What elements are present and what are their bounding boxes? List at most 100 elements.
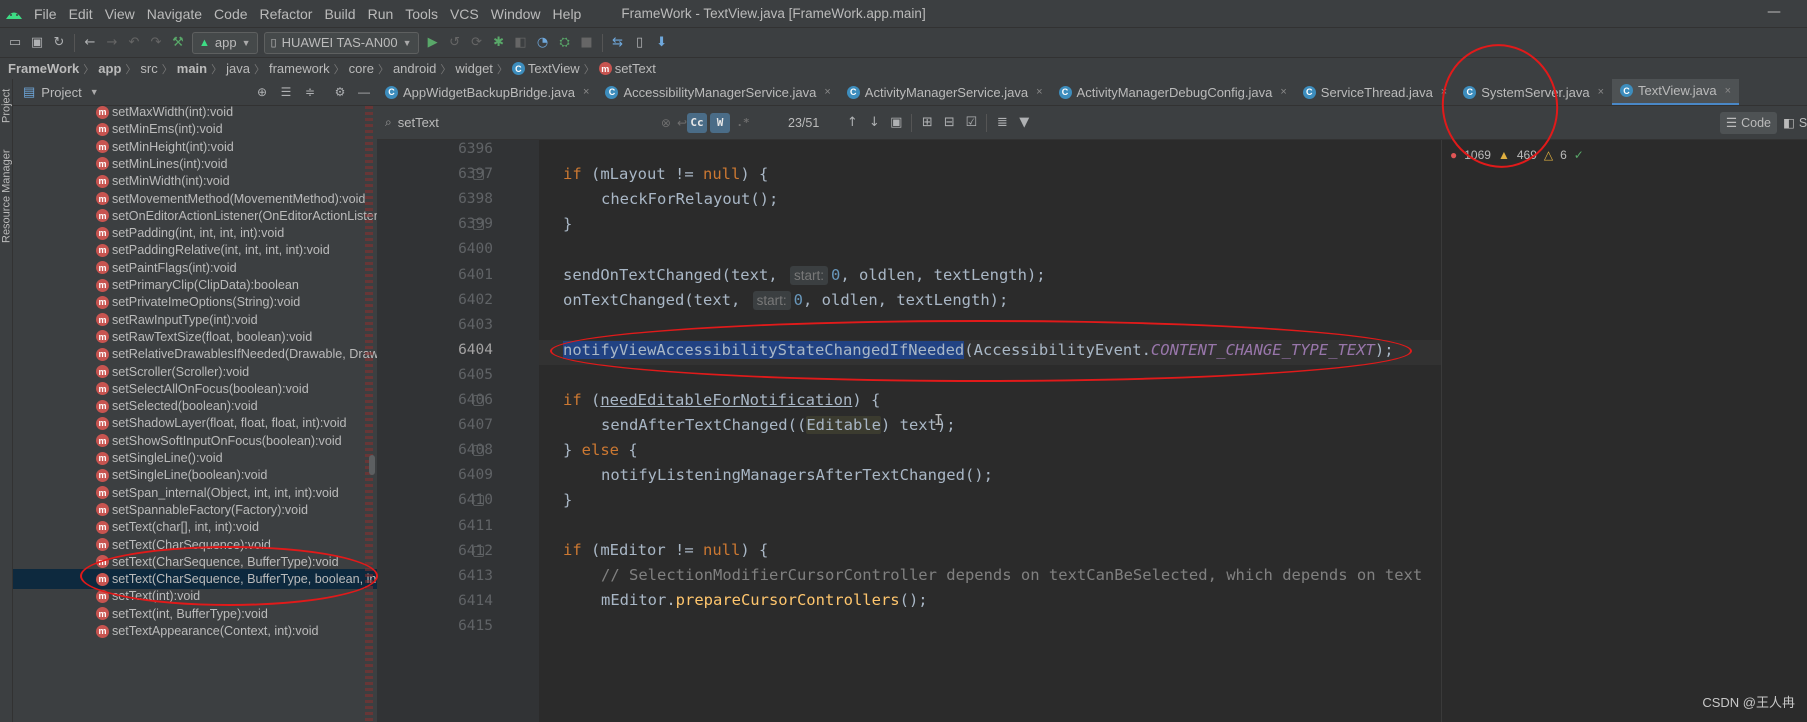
line-number[interactable]: 6413	[377, 564, 493, 589]
line-number[interactable]: 6409	[377, 463, 493, 488]
menu-tools[interactable]: Tools	[399, 6, 444, 22]
menu-code[interactable]: Code	[208, 6, 253, 22]
select-all-occurrences-icon[interactable]: ▣	[885, 112, 907, 134]
run-config-select[interactable]: ▲ app ▼	[192, 31, 258, 54]
previous-occurrence-icon[interactable]: ↑	[841, 112, 863, 134]
close-icon[interactable]: ×	[824, 86, 830, 98]
menu-view[interactable]: View	[99, 6, 141, 22]
resource-manager-tool-tab[interactable]: Resource Manager	[0, 141, 13, 251]
expand-all-icon[interactable]: ☰	[277, 83, 295, 101]
line-number[interactable]: 6401	[377, 263, 493, 288]
close-icon[interactable]: ×	[1598, 86, 1604, 98]
search-options-icon[interactable]: ≣	[991, 112, 1013, 134]
search-input[interactable]: setText	[398, 115, 655, 130]
add-selection-icon[interactable]: ⊞	[916, 112, 938, 134]
fold-marker-icon[interactable]	[473, 545, 484, 557]
project-scrollbar-thumb[interactable]	[369, 455, 375, 475]
line-number[interactable]: 6404	[377, 338, 493, 363]
sdk-manager-icon[interactable]: ⬇	[651, 32, 673, 54]
breadcrumb-item[interactable]: FrameWork	[4, 61, 83, 76]
menu-navigate[interactable]: Navigate	[141, 6, 208, 22]
run-with-coverage-icon[interactable]: ◧	[510, 32, 532, 54]
line-number[interactable]: 6402	[377, 288, 493, 313]
close-icon[interactable]: ×	[1036, 86, 1042, 98]
fold-marker-icon[interactable]	[473, 219, 484, 231]
editor-tab[interactable]: C ActivityManagerService.java ×	[839, 79, 1051, 105]
sync-icon[interactable]: ↻	[48, 32, 70, 54]
split-mode-button[interactable]: ◧ Split	[1777, 112, 1807, 134]
fold-marker-icon[interactable]	[473, 395, 484, 406]
attach-debugger-icon[interactable]: ⛭	[554, 32, 576, 54]
search-field[interactable]: ⌕ setText ⊗ ↩	[377, 109, 687, 137]
minimize-button[interactable]: —	[1767, 4, 1781, 20]
fold-marker-icon[interactable]	[473, 495, 484, 507]
locate-icon[interactable]: ⊕	[253, 83, 271, 101]
menu-refactor[interactable]: Refactor	[254, 6, 319, 22]
whole-words-toggle[interactable]: W	[710, 112, 730, 133]
clear-icon[interactable]: ⊗	[661, 116, 671, 130]
regex-toggle[interactable]: .*	[733, 113, 753, 133]
editor-tab[interactable]: C ActivityManagerDebugConfig.java ×	[1051, 79, 1295, 105]
apply-code-changes-icon[interactable]: ⟳	[466, 32, 488, 54]
menu-run[interactable]: Run	[362, 6, 400, 22]
line-number[interactable]: 6398	[377, 187, 493, 212]
chevron-down-icon[interactable]: ▼	[90, 87, 99, 97]
avd-manager-icon[interactable]: ▯	[629, 32, 651, 54]
line-number[interactable]: 6411	[377, 514, 493, 539]
editor-tab[interactable]: C AccessibilityManagerService.java ×	[597, 79, 838, 105]
menu-window[interactable]: Window	[485, 6, 547, 22]
debug-icon[interactable]: ✱	[488, 32, 510, 54]
remove-selection-icon[interactable]: ⊟	[938, 112, 960, 134]
breadcrumb-item[interactable]: core	[345, 61, 378, 76]
breadcrumb-item[interactable]: main	[173, 61, 211, 76]
breadcrumb-item[interactable]: src	[136, 61, 161, 76]
breadcrumb-class-item[interactable]: C TextView	[508, 61, 584, 76]
line-number[interactable]: 6414	[377, 589, 493, 614]
editor-tab[interactable]: C TextView.java ×	[1612, 79, 1740, 105]
device-select[interactable]: ▯ HUAWEI TAS-AN00 ▼	[263, 31, 419, 54]
redo-icon[interactable]: ↷	[145, 32, 167, 54]
line-number[interactable]: 6415	[377, 614, 493, 639]
undo-icon[interactable]: ↶	[123, 32, 145, 54]
gear-icon[interactable]: ⚙	[331, 83, 349, 101]
profile-icon[interactable]: ◔	[532, 32, 554, 54]
breadcrumb-item[interactable]: android	[389, 61, 440, 76]
back-icon[interactable]: ←	[79, 32, 101, 54]
gradle-sync-icon[interactable]: ⇆	[607, 32, 629, 54]
close-icon[interactable]: ×	[583, 86, 589, 98]
select-all-matches-icon[interactable]: ☑	[960, 112, 982, 134]
project-tool-tab[interactable]: Project	[0, 79, 13, 133]
fold-marker-icon[interactable]	[473, 169, 484, 181]
menu-edit[interactable]: Edit	[63, 6, 99, 22]
menu-build[interactable]: Build	[318, 6, 361, 22]
code-mode-button[interactable]: ☰ Code	[1719, 111, 1777, 134]
project-tree-item[interactable]: m setTextAppearance(Context, int):void	[13, 621, 377, 641]
breadcrumb-item[interactable]: framework	[265, 61, 334, 76]
line-number[interactable]: 6405	[377, 363, 493, 388]
save-all-icon[interactable]: ▣	[26, 32, 48, 54]
apply-changes-icon[interactable]: ↺	[444, 32, 466, 54]
forward-icon[interactable]: →	[101, 32, 123, 54]
menu-help[interactable]: Help	[547, 6, 588, 22]
close-icon[interactable]: ×	[1725, 85, 1731, 97]
breadcrumb-method-item[interactable]: m setText	[595, 61, 660, 76]
fold-marker-icon[interactable]	[473, 445, 484, 457]
match-case-toggle[interactable]: Cc	[687, 112, 707, 133]
menu-vcs[interactable]: VCS	[444, 6, 485, 22]
line-number[interactable]: 6396	[377, 137, 493, 162]
hide-icon[interactable]: —	[355, 83, 373, 101]
breadcrumb-item[interactable]: java	[222, 61, 254, 76]
breadcrumb-item[interactable]: app	[94, 61, 125, 76]
new-line-icon[interactable]: ↩	[677, 116, 687, 130]
editor-tab[interactable]: C ServiceThread.java ×	[1295, 79, 1455, 105]
code-editor[interactable]: if (mLayout != null) { checkForRelayout(…	[539, 140, 1441, 722]
editor-tab[interactable]: C AppWidgetBackupBridge.java ×	[377, 79, 597, 105]
collapse-all-icon[interactable]: ≑	[301, 83, 319, 101]
line-number[interactable]: 6407	[377, 413, 493, 438]
open-folder-icon[interactable]: ▭	[4, 32, 26, 54]
project-view-select[interactable]: Project	[41, 85, 81, 100]
stop-icon[interactable]: ■	[576, 32, 598, 54]
filter-icon[interactable]: ▼	[1013, 112, 1035, 134]
next-occurrence-icon[interactable]: ↓	[863, 112, 885, 134]
line-number[interactable]: 6403	[377, 313, 493, 338]
